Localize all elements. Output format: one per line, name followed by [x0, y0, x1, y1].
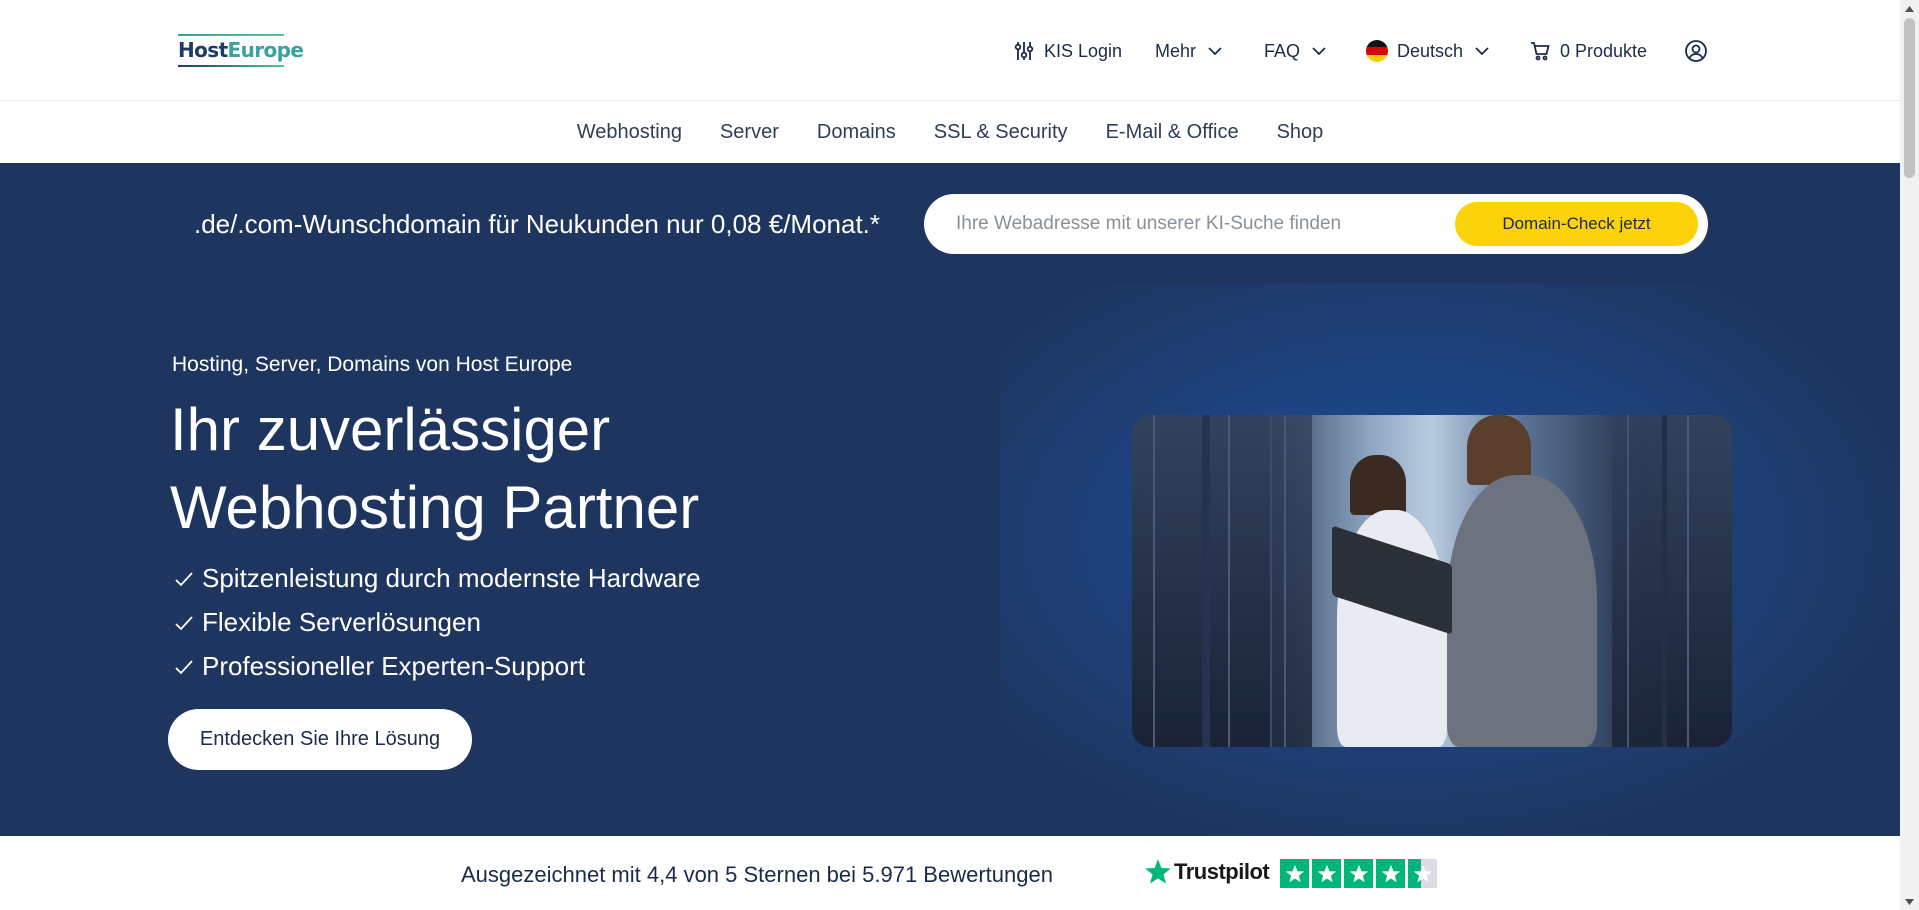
nav-server[interactable]: Server	[701, 121, 798, 144]
cart-label: 0 Produkte	[1560, 40, 1648, 61]
hero-section: .de/.com-Wunschdomain für Neukunden nur …	[0, 163, 1900, 836]
cart-icon	[1528, 39, 1552, 63]
discover-solution-button[interactable]: Entdecken Sie Ihre Lösung	[168, 709, 472, 770]
user-icon	[1684, 39, 1708, 63]
logo-line-bottom	[178, 65, 284, 67]
feature-text: Spitzenleistung durch modernste Hardware	[202, 562, 701, 593]
trustpilot-logo[interactable]: Trustpilot	[1144, 858, 1270, 886]
feature-item: Flexible Serverlösungen	[172, 600, 701, 644]
trustpilot-star-icon	[1144, 858, 1172, 886]
nav-domains[interactable]: Domains	[798, 121, 915, 144]
check-icon	[172, 566, 196, 590]
headline-line-2: Webhosting Partner	[170, 474, 700, 541]
check-icon	[172, 654, 196, 678]
scroll-down-icon[interactable]	[1900, 893, 1919, 910]
hero-photo-datacenter-team	[1132, 415, 1732, 747]
hero-kicker: Hosting, Server, Domains von Host Europe	[172, 353, 573, 376]
language-label: Deutsch	[1397, 40, 1464, 61]
scroll-up-icon[interactable]	[1900, 0, 1919, 17]
page-scrollbar[interactable]	[1900, 0, 1919, 910]
nav-webhosting[interactable]: Webhosting	[558, 121, 701, 144]
chevron-down-icon	[1310, 42, 1328, 60]
faq-dropdown[interactable]: FAQ	[1264, 36, 1328, 66]
nav-email-office[interactable]: E-Mail & Office	[1087, 121, 1258, 144]
kis-login-link[interactable]: KIS Login	[1012, 36, 1122, 66]
faq-label: FAQ	[1264, 40, 1301, 61]
logo-line-top	[178, 34, 284, 36]
cart-link[interactable]: 0 Produkte	[1528, 36, 1647, 66]
kis-login-label: KIS Login	[1044, 40, 1123, 61]
language-dropdown[interactable]: Deutsch	[1365, 36, 1491, 66]
check-icon	[172, 610, 196, 634]
star-icon	[1280, 859, 1309, 888]
headline-line-1: Ihr zuverlässiger	[170, 396, 611, 463]
feature-text: Professioneller Experten-Support	[202, 650, 585, 681]
host-europe-logo[interactable]: HostEurope	[178, 34, 304, 68]
half-star-icon	[1408, 859, 1437, 888]
feature-text: Flexible Serverlösungen	[202, 606, 481, 637]
feature-item: Professioneller Experten-Support	[172, 644, 701, 688]
logo-host-text: Host	[178, 38, 228, 62]
nav-shop[interactable]: Shop	[1258, 121, 1343, 144]
top-header: HostEurope KIS Login Mehr FAQ Deutsch 0 …	[0, 0, 1900, 101]
star-icon	[1376, 859, 1405, 888]
mehr-dropdown[interactable]: Mehr	[1155, 36, 1224, 66]
feature-list: Spitzenleistung durch modernste Hardware…	[172, 556, 701, 688]
person-man-body	[1447, 475, 1597, 747]
feature-item: Spitzenleistung durch modernste Hardware	[172, 556, 701, 600]
domain-search-box: Domain-Check jetzt	[924, 194, 1708, 254]
trustpilot-star-rating	[1280, 859, 1437, 888]
domain-check-button[interactable]: Domain-Check jetzt	[1455, 202, 1698, 246]
nav-ssl-security[interactable]: SSL & Security	[915, 121, 1087, 144]
mehr-label: Mehr	[1155, 40, 1197, 61]
domain-promo-text: .de/.com-Wunschdomain für Neukunden nur …	[194, 209, 881, 239]
german-flag-icon	[1365, 39, 1389, 63]
account-button[interactable]	[1684, 36, 1716, 66]
star-icon	[1312, 859, 1341, 888]
main-navigation: Webhosting Server Domains SSL & Security…	[0, 102, 1900, 163]
hero-headline: Ihr zuverlässiger Webhosting Partner	[170, 391, 699, 547]
star-icon	[1344, 859, 1373, 888]
domain-search-input[interactable]	[956, 208, 1436, 240]
trustpilot-brand: Trustpilot	[1174, 859, 1270, 884]
trustpilot-bar: Ausgezeichnet mit 4,4 von 5 Sternen bei …	[0, 836, 1900, 910]
person-woman-head	[1350, 455, 1406, 515]
chevron-down-icon	[1473, 42, 1491, 60]
trust-rating-text: Ausgezeichnet mit 4,4 von 5 Sternen bei …	[461, 862, 1053, 887]
sliders-icon	[1012, 39, 1036, 63]
scrollbar-thumb[interactable]	[1904, 18, 1915, 178]
logo-europe-text: Europe	[227, 38, 304, 62]
chevron-down-icon	[1206, 42, 1224, 60]
